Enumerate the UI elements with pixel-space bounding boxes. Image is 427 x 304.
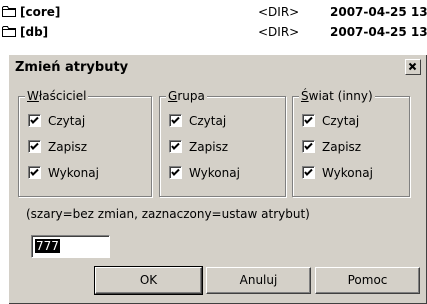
others-write-checkbox[interactable]: Zapisz: [302, 139, 361, 155]
file-date: 2007-04-25 13: [330, 5, 427, 19]
checkmark-icon: [30, 116, 39, 124]
mode-value: 777: [35, 239, 60, 253]
checkbox-label: Zapisz: [322, 140, 362, 154]
checkbox-label: Czytaj: [189, 114, 227, 128]
hint-text: (szary=bez zmian, zaznaczony=ustaw atryb…: [26, 207, 310, 221]
group-group-label: Grupa: [166, 88, 207, 104]
file-row[interactable]: [db] <DIR> 2007-04-25 13: [0, 22, 427, 42]
checkbox-box[interactable]: [302, 166, 315, 179]
checkbox-label: Zapisz: [48, 140, 88, 154]
folder-icon: [2, 26, 16, 37]
checkmark-icon: [171, 168, 180, 176]
checkbox-box[interactable]: [28, 114, 41, 127]
checkbox-label: Wykonaj: [48, 166, 99, 180]
folder-icon: [2, 6, 16, 17]
file-list: [core] <DIR> 2007-04-25 13 [db] <DIR> 20…: [0, 0, 427, 60]
file-type: <DIR>: [258, 25, 300, 39]
checkbox-box[interactable]: [302, 140, 315, 153]
checkmark-icon: [304, 116, 313, 124]
checkmark-icon: [171, 142, 180, 150]
checkbox-label: Zapisz: [189, 140, 229, 154]
close-button[interactable]: [405, 59, 421, 75]
owner-group-label: Właściciel: [25, 88, 89, 104]
checkbox-label: Czytaj: [322, 114, 360, 128]
checkbox-label: Wykonaj: [322, 166, 373, 180]
checkmark-icon: [171, 116, 180, 124]
dialog-titlebar[interactable]: Zmień atrybuty: [11, 57, 425, 79]
others-execute-checkbox[interactable]: Wykonaj: [302, 165, 373, 181]
group-group: Grupa Czytaj Zapisz Wykonaj: [159, 88, 286, 197]
change-attributes-dialog: Zmień atrybuty Właściciel Czytaj Zapisz …: [8, 54, 427, 304]
owner-group: Właściciel Czytaj Zapisz Wykonaj: [18, 88, 152, 197]
checkbox-box[interactable]: [169, 140, 182, 153]
file-row[interactable]: [core] <DIR> 2007-04-25 13: [0, 2, 427, 22]
checkbox-label: Wykonaj: [189, 166, 240, 180]
others-group-label: Świat (inny): [299, 88, 375, 104]
checkbox-box[interactable]: [169, 114, 182, 127]
checkbox-box[interactable]: [302, 114, 315, 127]
file-name: [db]: [20, 25, 49, 39]
checkbox-box[interactable]: [169, 166, 182, 179]
group-read-checkbox[interactable]: Czytaj: [169, 113, 226, 129]
checkmark-icon: [304, 142, 313, 150]
dialog-title: Zmień atrybuty: [15, 60, 129, 75]
file-date: 2007-04-25 13: [330, 25, 427, 39]
checkbox-box[interactable]: [28, 140, 41, 153]
checkmark-icon: [30, 168, 39, 176]
ok-button[interactable]: OK: [94, 266, 203, 295]
others-group: Świat (inny) Czytaj Zapisz Wykonaj: [292, 88, 410, 197]
checkmark-icon: [304, 168, 313, 176]
owner-write-checkbox[interactable]: Zapisz: [28, 139, 87, 155]
group-execute-checkbox[interactable]: Wykonaj: [169, 165, 240, 181]
file-name: [core]: [20, 5, 61, 19]
file-type: <DIR>: [258, 5, 300, 19]
checkmark-icon: [30, 142, 39, 150]
checkbox-label: Czytaj: [48, 114, 86, 128]
help-button[interactable]: Pomoc: [315, 267, 420, 294]
mode-input[interactable]: 777: [31, 235, 110, 258]
checkbox-box[interactable]: [28, 166, 41, 179]
close-icon: [408, 62, 417, 71]
owner-read-checkbox[interactable]: Czytaj: [28, 113, 85, 129]
group-write-checkbox[interactable]: Zapisz: [169, 139, 228, 155]
cancel-button[interactable]: Anuluj: [206, 267, 311, 294]
file-list-edge: [0, 60, 6, 304]
owner-execute-checkbox[interactable]: Wykonaj: [28, 165, 99, 181]
others-read-checkbox[interactable]: Czytaj: [302, 113, 359, 129]
